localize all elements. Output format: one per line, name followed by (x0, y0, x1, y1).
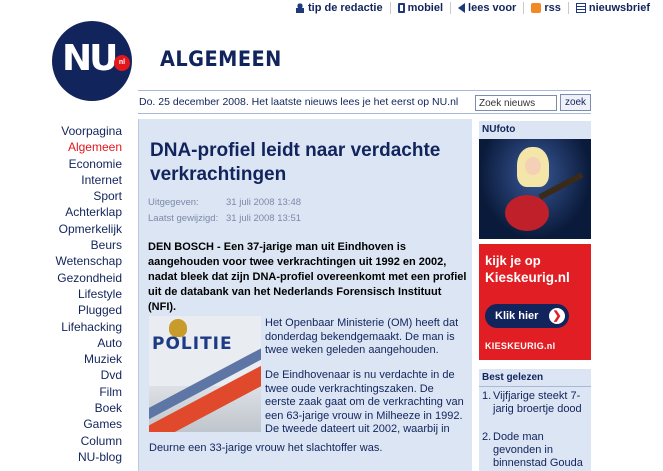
article-lead: DEN BOSCH - Een 37-jarige man uit Eindho… (148, 241, 467, 313)
article: DNA-profiel leidt naar verdachte verkrac… (138, 119, 472, 471)
ad-brand-logo: KIESKEURIG.nl (485, 341, 556, 351)
item-number: 1. (482, 390, 492, 402)
nav-item-algemeen[interactable]: Algemeen (0, 139, 122, 155)
ad-line-2: Kieskeurig.nl (485, 270, 570, 285)
best-gelezen-item-1[interactable]: 1. Vijfjarige steekt 7-jarig broertje do… (482, 390, 590, 416)
nufoto-title: NUfoto (482, 124, 516, 135)
published-meta: Uitgegeven: 31 juli 2008 13:48 (148, 197, 301, 208)
article-paragraph-3: Deurne een 33-jarige vrouw het slachtoff… (149, 442, 383, 454)
modified-label: Laatst gewijzigd: (148, 213, 219, 224)
top-links: tip de redactie mobiel lees voor rss nie… (288, 2, 657, 14)
ad-click-button[interactable]: Klik hier ❯ (485, 304, 569, 328)
ad-button-label: Klik hier (495, 310, 539, 322)
item-number: 2. (482, 431, 492, 443)
published-value: 31 juli 2008 13:48 (226, 197, 302, 208)
newsletter-icon (575, 3, 586, 13)
tip-redactie-label: tip de redactie (308, 2, 383, 14)
nav-item-economie[interactable]: Economie (0, 156, 122, 172)
best-gelezen-box: Best gelezen 1. Vijfjarige steekt 7-jari… (479, 369, 591, 471)
nav-item-film[interactable]: Film (0, 384, 122, 400)
nav-item-wetenschap[interactable]: Wetenschap (0, 253, 123, 269)
nav-item-dvd[interactable]: Dvd (0, 367, 122, 383)
person-icon (295, 3, 305, 13)
modified-meta: Laatst gewijzigd: 31 juli 2008 13:51 (148, 213, 301, 224)
article-paragraph-2: De Eindhovenaar is nu verdachte in de tw… (265, 369, 464, 435)
logo-text: NU (62, 38, 118, 79)
mobiel-label: mobiel (407, 2, 444, 14)
nav-item-auto[interactable]: Auto (0, 335, 122, 351)
arrow-right-icon: ❯ (549, 308, 565, 324)
item-text: Dode man gevonden in binnenstad Gouda (493, 431, 583, 469)
section-title: ALGEMEEN (160, 47, 282, 71)
published-label: Uitgegeven: (148, 197, 199, 208)
tip-redactie-link[interactable]: tip de redactie (288, 2, 390, 14)
nav-item-boek[interactable]: Boek (0, 400, 122, 416)
nav-item-voorpagina[interactable]: Voorpagina (0, 123, 122, 139)
lees-voor-label: lees voor (468, 2, 517, 14)
speaker-icon (458, 3, 466, 13)
nav-item-column[interactable]: Column (0, 433, 122, 449)
nav-item-beurs[interactable]: Beurs (0, 237, 122, 253)
search-button[interactable]: zoek (560, 94, 591, 111)
nav-item-gezondheid[interactable]: Gezondheid (0, 270, 122, 286)
nav-item-muziek[interactable]: Muziek (0, 351, 122, 367)
nufoto-box[interactable]: NUfoto (479, 121, 591, 239)
nav-item-plugged[interactable]: Plugged (0, 302, 122, 318)
ad-line-1: kijk je op (485, 253, 541, 268)
lees-voor-link[interactable]: lees voor (450, 2, 523, 14)
article-headline: DNA-profiel leidt naar verdachte verkrac… (150, 140, 441, 185)
nav-item-internet[interactable]: Internet (0, 172, 122, 188)
nav-item-games[interactable]: Games (0, 416, 122, 432)
best-gelezen-title: Best gelezen (482, 372, 544, 383)
nav-item-lifestyle[interactable]: Lifestyle (0, 286, 122, 302)
logo-badge: nl (114, 55, 130, 71)
kieskeurig-ad[interactable]: kijk je op Kieskeurig.nl Klik hier ❯ KIE… (479, 244, 591, 360)
nav-item-sport[interactable]: Sport (0, 188, 122, 204)
nieuwsbrief-link[interactable]: nieuwsbrief (567, 2, 657, 14)
date-text: Do. 25 december 2008. Het laatste nieuws… (139, 96, 459, 108)
mobiel-link[interactable]: mobiel (389, 2, 450, 14)
nav-item-achterklap[interactable]: Achterklap (0, 204, 122, 220)
nav-item-opmerkelijk[interactable]: Opmerkelijk (0, 221, 122, 237)
rss-icon (531, 3, 542, 13)
rss-label: rss (544, 2, 561, 14)
rss-link[interactable]: rss (523, 2, 568, 14)
search-input[interactable] (475, 95, 557, 111)
item-text: Vijfjarige steekt 7-jarig broertje dood (493, 390, 582, 415)
photo-face-shape (525, 157, 541, 175)
nufoto-image[interactable] (479, 139, 591, 239)
article-paragraph-1: Het Openbaar Ministerie (OM) heeft dat d… (265, 317, 459, 356)
photo-politie-text: POLITIE (152, 334, 233, 354)
left-nav: Voorpagina Algemeen Economie Internet Sp… (0, 123, 123, 465)
nieuwsbrief-label: nieuwsbrief (588, 2, 650, 14)
divider (479, 386, 591, 387)
nu-logo[interactable]: NU nl (52, 21, 132, 101)
best-gelezen-item-2[interactable]: 2. Dode man gevonden in binnenstad Gouda (482, 431, 590, 470)
date-bar: Do. 25 december 2008. Het laatste nieuws… (138, 90, 591, 114)
article-photo[interactable]: POLITIE (149, 316, 261, 432)
nav-item-nu-blog[interactable]: NU-blog (0, 449, 122, 465)
modified-value: 31 juli 2008 13:51 (226, 213, 302, 224)
guitar-icon (505, 195, 549, 231)
phone-icon (397, 3, 405, 13)
nav-item-lifehacking[interactable]: Lifehacking (0, 319, 122, 335)
